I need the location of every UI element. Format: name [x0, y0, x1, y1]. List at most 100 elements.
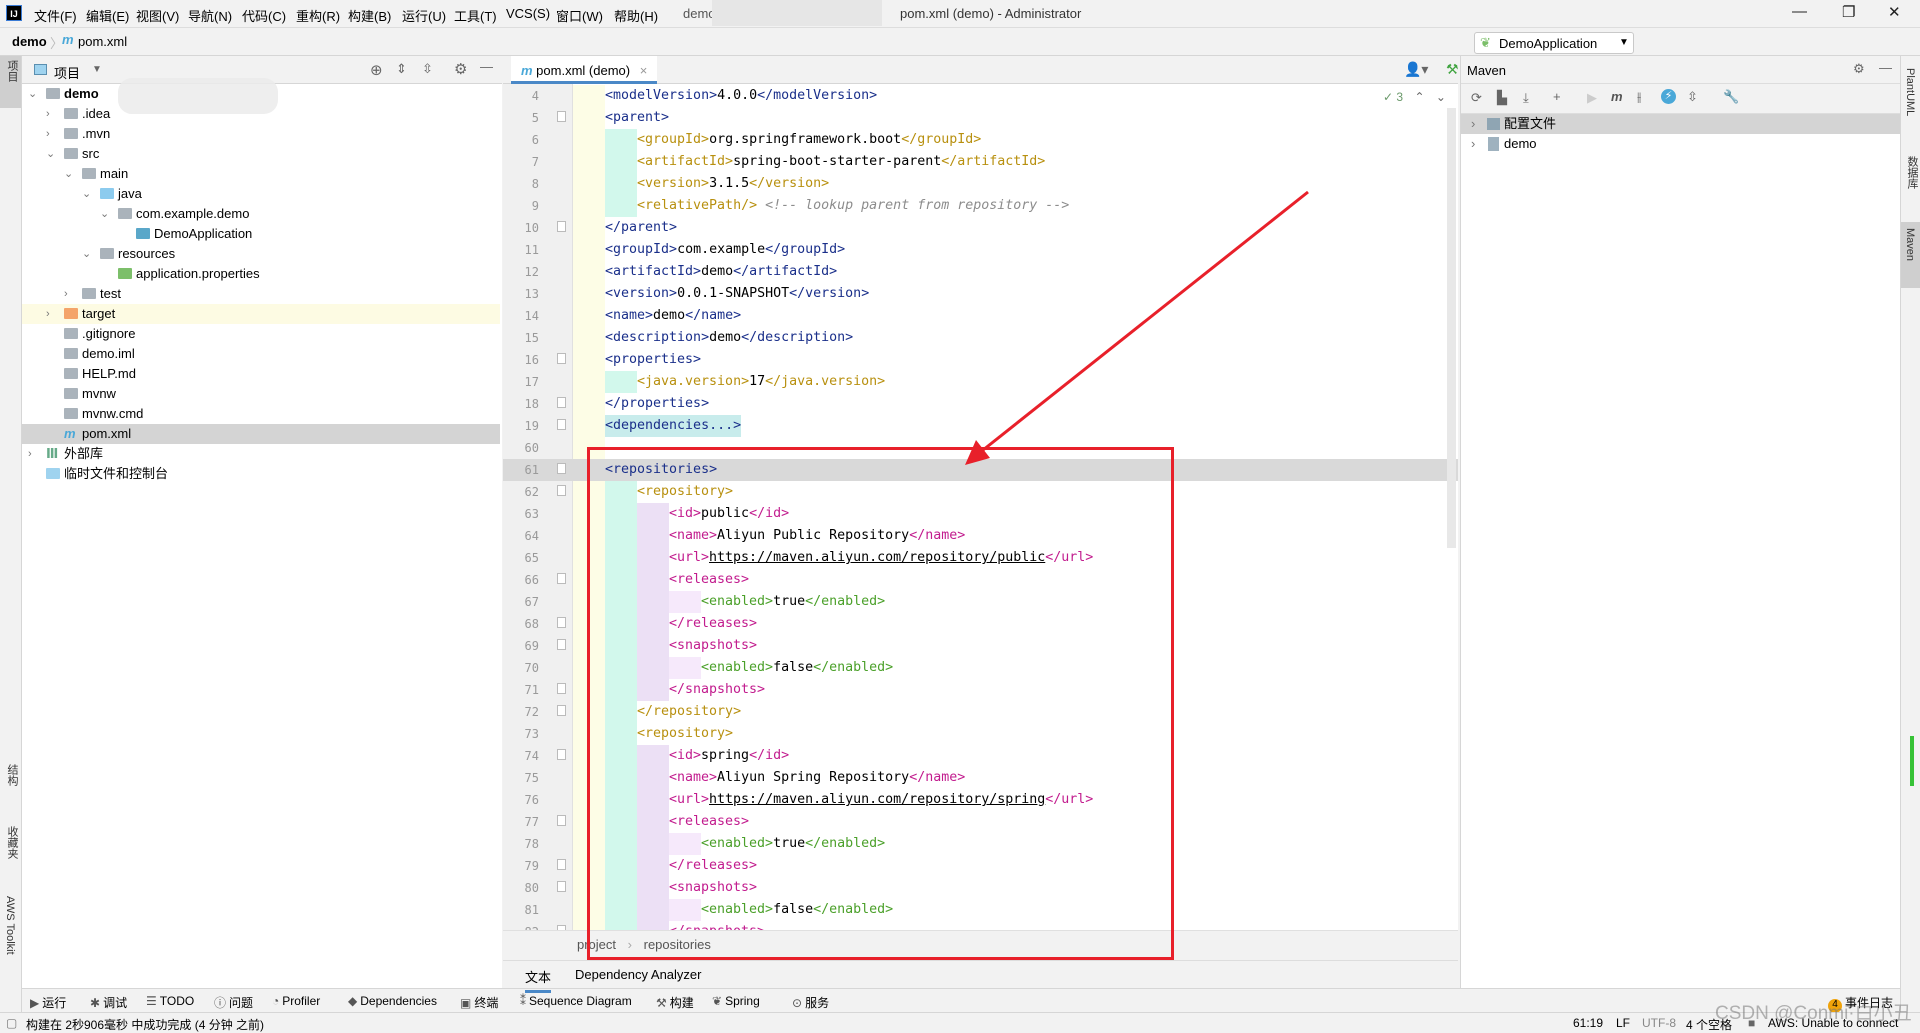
fold-marker-icon[interactable]	[557, 463, 566, 474]
gear-icon[interactable]: ⚙	[454, 60, 467, 78]
file-encoding[interactable]: UTF-8	[1642, 1016, 1676, 1030]
code-line[interactable]: 7 <artifactId>spring-boot-starter-parent<…	[503, 151, 1458, 173]
tree-item[interactable]: › target	[22, 304, 500, 324]
chevron-down-icon[interactable]: ⌄	[82, 184, 91, 204]
status-message[interactable]: 构建在 2秒906毫秒 中成功完成 (4 分钟 之前)	[26, 1016, 264, 1033]
fold-marker-icon[interactable]	[557, 859, 566, 870]
code-line[interactable]: 6 <groupId>org.springframework.boot</grou…	[503, 129, 1458, 151]
tree-item[interactable]: › .mvn	[22, 124, 500, 144]
fold-marker-icon[interactable]	[557, 485, 566, 496]
crumb-repositories[interactable]: repositories	[644, 937, 711, 952]
minimize-button[interactable]: —	[1792, 3, 1807, 20]
code-line[interactable]: 64 <name>Aliyun Public Repository</name>	[503, 525, 1458, 547]
code-line[interactable]: 15 <description>demo</description>	[503, 327, 1458, 349]
chevron-right-icon[interactable]: ›	[64, 284, 68, 304]
code-editor[interactable]: 4 <modelVersion>4.0.0</modelVersion> 5 <par…	[503, 84, 1458, 930]
tool-window-button[interactable]: ❦ Spring	[712, 994, 760, 1008]
fold-marker-icon[interactable]	[557, 639, 566, 650]
tab-pom-xml[interactable]: m pom.xml (demo) ×	[511, 56, 658, 84]
code-line[interactable]: 16 <properties>	[503, 349, 1458, 371]
chevron-down-icon[interactable]: ⌄	[82, 244, 91, 264]
stripe-plantuml-button[interactable]: PlantUML	[1904, 68, 1916, 116]
chevron-down-icon[interactable]: ⌄	[64, 164, 73, 184]
menu-item[interactable]: VCS(S)	[506, 6, 550, 21]
run-configuration-select[interactable]: ❦ DemoApplication ▼	[1474, 32, 1634, 54]
code-line[interactable]: 62 <repository>	[503, 481, 1458, 503]
code-line[interactable]: 69 <snapshots>	[503, 635, 1458, 657]
fold-marker-icon[interactable]	[557, 573, 566, 584]
download-icon[interactable]: ⤓	[1523, 90, 1529, 106]
toggle-offline-icon[interactable]: ⫲	[1637, 89, 1641, 105]
tree-item[interactable]: m pom.xml	[22, 424, 500, 444]
fold-marker-icon[interactable]	[557, 881, 566, 892]
line-separator[interactable]: LF	[1616, 1016, 1630, 1030]
previous-highlight-icon[interactable]: ⌃	[1414, 90, 1424, 104]
maven-tree-demo[interactable]: › demo	[1461, 134, 1901, 154]
menu-item[interactable]: 代码(C)	[242, 6, 286, 25]
tool-window-button[interactable]: ▶ 运行	[30, 994, 66, 1011]
url-link[interactable]: https://maven.aliyun.com/repository/publ…	[709, 550, 1045, 565]
menu-item[interactable]: 导航(N)	[188, 6, 232, 25]
tree-item[interactable]: › Ⅲ 外部库	[22, 444, 500, 464]
tree-item[interactable]: ⌄ src	[22, 144, 500, 164]
tool-window-button[interactable]: ☰ TODO	[146, 994, 194, 1008]
tool-window-button[interactable]: ⁑ Sequence Diagram	[520, 994, 632, 1008]
fold-marker-icon[interactable]	[557, 749, 566, 760]
code-line[interactable]: 61 <repositories>	[503, 459, 1458, 481]
code-line[interactable]: 77 <releases>	[503, 811, 1458, 833]
stripe-maven-button[interactable]: Maven	[1904, 228, 1916, 261]
code-line[interactable]: 80 <snapshots>	[503, 877, 1458, 899]
fold-marker-icon[interactable]	[557, 705, 566, 716]
tool-window-button[interactable]: ✱ 调试	[90, 994, 127, 1011]
wrench-icon[interactable]: 🔧	[1723, 89, 1739, 105]
chevron-down-icon[interactable]: ⌄	[100, 204, 109, 224]
menu-item[interactable]: 运行(U)	[402, 6, 446, 25]
code-line[interactable]: 81 <enabled>false</enabled>	[503, 899, 1458, 921]
crumb-project[interactable]: project	[577, 937, 616, 952]
code-line[interactable]: 11 <groupId>com.example</groupId>	[503, 239, 1458, 261]
fold-marker-icon[interactable]	[557, 617, 566, 628]
tool-window-button[interactable]: ▣ 终端	[460, 994, 498, 1011]
fold-marker-icon[interactable]	[557, 353, 566, 364]
run-icon[interactable]: ▶	[1587, 90, 1597, 106]
status-toggle-icon[interactable]: ▢	[6, 1016, 17, 1030]
stripe-project-button[interactable]: 项目	[4, 60, 20, 82]
code-line[interactable]: 74 <id>spring</id>	[503, 745, 1458, 767]
tool-window-button[interactable]: ⓘ 问题	[214, 994, 253, 1011]
fold-marker-icon[interactable]	[557, 397, 566, 408]
reload-icon[interactable]: ⟳	[1471, 90, 1482, 106]
chevron-right-icon[interactable]: ›	[28, 444, 32, 464]
tool-window-button[interactable]: ⊙ 服务	[792, 994, 829, 1011]
next-highlight-icon[interactable]: ⌄	[1436, 90, 1446, 104]
fold-marker-icon[interactable]	[557, 815, 566, 826]
tree-item[interactable]: ⌄ main	[22, 164, 500, 184]
tree-item[interactable]: ⌄ java	[22, 184, 500, 204]
hide-icon[interactable]: —	[1879, 60, 1892, 75]
chevron-down-icon[interactable]: ▼	[92, 64, 102, 75]
add-icon[interactable]: +	[1553, 89, 1561, 104]
menu-item[interactable]: 帮助(H)	[614, 6, 658, 25]
maven-tree-profiles[interactable]: › 配置文件	[1461, 114, 1901, 134]
code-line[interactable]: 65 <url>https://maven.aliyun.com/reposito…	[503, 547, 1458, 569]
code-line[interactable]: 67 <enabled>true</enabled>	[503, 591, 1458, 613]
tree-item[interactable]: HELP.md	[22, 364, 500, 384]
stripe-favorites-button[interactable]: 收藏夹	[4, 826, 20, 859]
menu-item[interactable]: 视图(V)	[136, 6, 179, 25]
gear-icon[interactable]: ⚙	[1853, 61, 1865, 77]
menu-item[interactable]: 工具(T)	[454, 6, 497, 25]
restore-button[interactable]: ❐	[1842, 3, 1855, 21]
menu-item[interactable]: 编辑(E)	[86, 6, 129, 25]
chevron-right-icon[interactable]: ›	[46, 124, 50, 144]
tree-item[interactable]: ⌄ resources	[22, 244, 500, 264]
fold-marker-icon[interactable]	[557, 683, 566, 694]
close-button[interactable]: ✕	[1888, 3, 1901, 21]
code-line[interactable]: 71 </snapshots>	[503, 679, 1458, 701]
code-line[interactable]: 78 <enabled>true</enabled>	[503, 833, 1458, 855]
caret-position[interactable]: 61:19	[1573, 1016, 1603, 1030]
code-line[interactable]: 10 </parent>	[503, 217, 1458, 239]
code-line[interactable]: 63 <id>public</id>	[503, 503, 1458, 525]
fold-marker-icon[interactable]	[557, 221, 566, 232]
code-line[interactable]: 17 <java.version>17</java.version>	[503, 371, 1458, 393]
code-line[interactable]: 76 <url>https://maven.aliyun.com/reposito…	[503, 789, 1458, 811]
code-line[interactable]: 60	[503, 437, 1458, 459]
